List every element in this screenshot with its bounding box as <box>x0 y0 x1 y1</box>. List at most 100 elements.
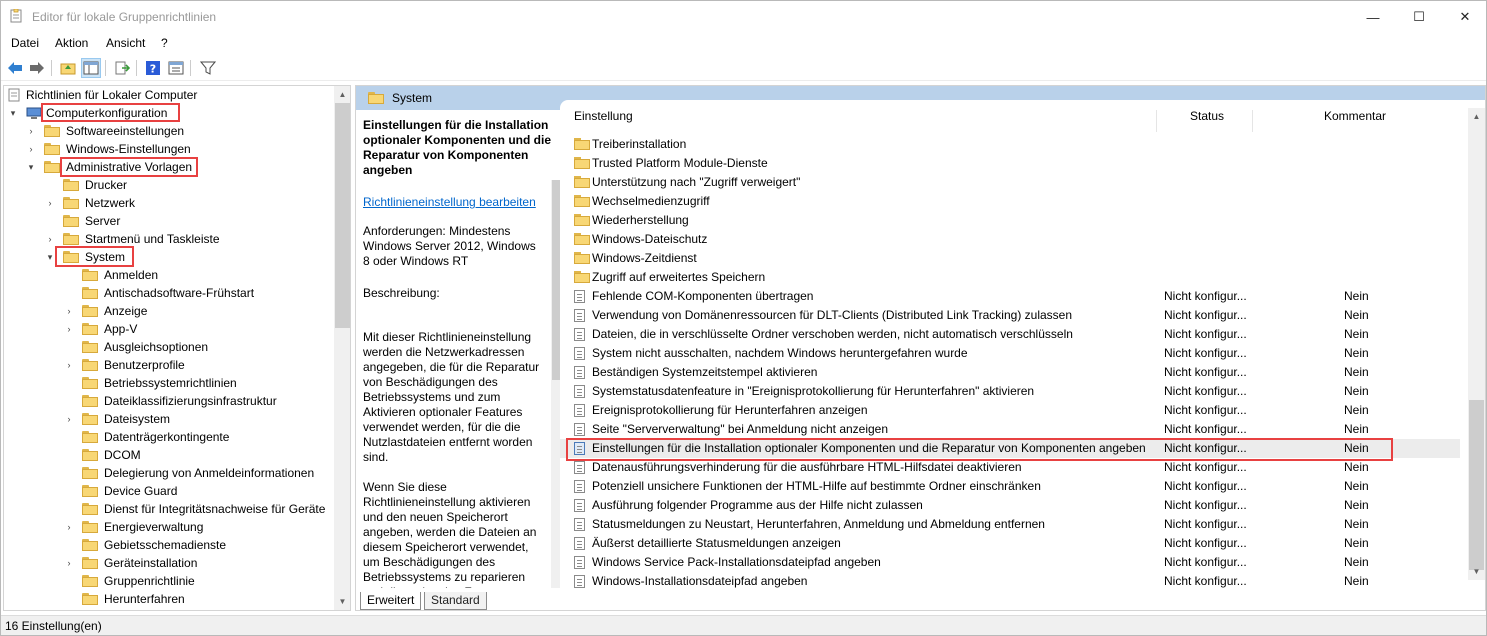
setting-row[interactable]: Einstellungen für die Installation optio… <box>560 439 1460 458</box>
tree-item-system-child[interactable]: Gruppenrichtlinie <box>4 572 330 590</box>
tree-item-system-child[interactable]: Betriebssystemrichtlinien <box>4 374 330 392</box>
chevron-right-icon[interactable]: › <box>64 302 74 320</box>
show-hide-tree-button[interactable] <box>81 58 101 78</box>
chevron-right-icon[interactable]: › <box>64 356 74 374</box>
tree-item-system-child[interactable]: Device Guard <box>4 482 330 500</box>
tree-scrollbar[interactable]: ▲ ▼ <box>334 86 350 610</box>
chevron-right-icon[interactable]: › <box>64 320 74 338</box>
setting-row[interactable]: Windows-Installationsdateipfad angeben Ni… <box>560 572 1460 588</box>
tree-item-admin-child[interactable]: Drucker <box>4 176 330 194</box>
chevron-down-icon[interactable]: ▾ <box>8 104 18 122</box>
setting-row[interactable]: System nicht ausschalten, nachdem Window… <box>560 344 1460 363</box>
setting-row[interactable]: Seite "Serververwaltung" bei Anmeldung n… <box>560 420 1460 439</box>
tree-item-system-child[interactable]: Dateiklassifizierungsinfrastruktur <box>4 392 330 410</box>
setting-row[interactable]: Ausführung folgender Programme aus der H… <box>560 496 1460 515</box>
chevron-right-icon[interactable]: › <box>26 140 36 158</box>
setting-row[interactable]: Statusmeldungen zu Neustart, Herunterfah… <box>560 515 1460 534</box>
column-header-comment[interactable]: Kommentar <box>1324 100 1386 132</box>
tree-item-system-child[interactable]: › Anzeige <box>4 302 330 320</box>
setting-row[interactable]: Äußerst detaillierte Statusmeldungen anz… <box>560 534 1460 553</box>
properties-button[interactable] <box>166 58 186 78</box>
menu-ansicht[interactable]: Ansicht <box>106 36 145 50</box>
tree-item-system-child[interactable]: › Dateisystem <box>4 410 330 428</box>
setting-row[interactable]: Beständigen Systemzeitstempel aktivieren… <box>560 363 1460 382</box>
setting-row[interactable]: Fehlende COM-Komponenten übertragen Nicht… <box>560 287 1460 306</box>
edit-policy-link-text[interactable]: Richtlinieneinstellung bearbeiten <box>363 195 536 209</box>
filter-button[interactable] <box>198 58 218 78</box>
column-header-setting[interactable]: Einstellung <box>574 100 633 132</box>
scroll-thumb[interactable] <box>335 103 350 328</box>
tree-item-system-child[interactable]: Datenträgerkontingente <box>4 428 330 446</box>
list-scrollbar[interactable]: ▲ ▼ <box>1468 108 1485 580</box>
scroll-up-icon[interactable]: ▲ <box>334 86 350 103</box>
scroll-up-icon[interactable]: ▲ <box>1468 108 1485 125</box>
tree-item-label: Gruppenrichtlinie <box>104 574 195 588</box>
tree-item-system-child[interactable]: Dienst für Integritätsnachweise für Gerä… <box>4 500 330 518</box>
tree-item-system-child[interactable]: Antischadsoftware-Frühstart <box>4 284 330 302</box>
tree-item-system-child[interactable]: DCOM <box>4 446 330 464</box>
tree-pane: Richtlinien für Lokaler Computer ▾ Compu… <box>3 85 351 611</box>
menu-aktion[interactable]: Aktion <box>55 36 88 50</box>
tree-item-system-child[interactable]: › Geräteinstallation <box>4 554 330 572</box>
setting-row[interactable]: Windows Service Pack-Installationsdateip… <box>560 553 1460 572</box>
folder-icon <box>574 233 590 246</box>
chevron-right-icon[interactable]: › <box>64 554 74 572</box>
tree-item-system-child[interactable]: Delegierung von Anmeldeinformationen <box>4 464 330 482</box>
folder-icon <box>82 377 98 389</box>
tree-item-system-child[interactable]: Herunterfahren <box>4 590 330 608</box>
tree-item-system-child[interactable]: › Benutzerprofile <box>4 356 330 374</box>
setting-row[interactable]: Datenausführungsverhinderung für die aus… <box>560 458 1460 477</box>
tree-item-system-child[interactable]: › App-V <box>4 320 330 338</box>
chevron-down-icon[interactable]: ▾ <box>26 158 36 176</box>
menu-datei[interactable]: Datei <box>11 36 39 50</box>
maximize-button[interactable]: ☐ <box>1396 1 1442 33</box>
forward-button[interactable] <box>27 58 47 78</box>
folder-up-button[interactable] <box>58 58 78 78</box>
setting-row[interactable]: Verwendung von Domänenressourcen für DLT… <box>560 306 1460 325</box>
list-folder-row[interactable]: Wiederherstellung <box>560 211 1460 230</box>
list-folder-row[interactable]: Unterstützung nach "Zugriff verweigert" <box>560 173 1460 192</box>
list-folder-row[interactable]: Windows-Zeitdienst <box>560 249 1460 268</box>
scroll-down-icon[interactable]: ▼ <box>334 593 350 610</box>
setting-row[interactable]: Ereignisprotokollierung für Herunterfahr… <box>560 401 1460 420</box>
help-button[interactable]: ? <box>143 58 163 78</box>
setting-row[interactable]: Systemstatusdatenfeature in "Ereignispro… <box>560 382 1460 401</box>
list-folder-row[interactable]: Treiberinstallation <box>560 135 1460 154</box>
setting-row[interactable]: Potenziell unsichere Funktionen der HTML… <box>560 477 1460 496</box>
column-header-status[interactable]: Status <box>1190 100 1224 132</box>
tab-erweitert[interactable]: Erweitert <box>360 592 422 610</box>
tree-item-admin-child[interactable]: Server <box>4 212 330 230</box>
menu-help[interactable]: ? <box>161 36 168 50</box>
folder-icon <box>63 179 79 191</box>
list-folder-row[interactable]: Zugriff auf erweitertes Speichern <box>560 268 1460 287</box>
tab-standard[interactable]: Standard <box>424 592 487 610</box>
setting-row[interactable]: Dateien, die in verschlüsselte Ordner ve… <box>560 325 1460 344</box>
tree-item-windows[interactable]: › Windows-Einstellungen <box>4 140 330 158</box>
tree-item-admin-child[interactable]: ▾ System <box>4 248 330 266</box>
chevron-down-icon[interactable]: ▾ <box>45 248 55 266</box>
scroll-thumb[interactable] <box>1469 400 1484 570</box>
export-list-button[interactable] <box>112 58 132 78</box>
folder-up-icon <box>60 63 76 75</box>
tree-item-software[interactable]: › Softwareeinstellungen <box>4 122 330 140</box>
tree-item-system-child[interactable]: › Energieverwaltung <box>4 518 330 536</box>
list-folder-row[interactable]: Trusted Platform Module-Dienste <box>560 154 1460 173</box>
back-button[interactable] <box>5 58 25 78</box>
tree-item-system-child[interactable]: Anmelden <box>4 266 330 284</box>
tree-item-system-child[interactable]: Gebietsschemadienste <box>4 536 330 554</box>
chevron-right-icon[interactable]: › <box>45 194 55 212</box>
chevron-right-icon[interactable]: › <box>64 518 74 536</box>
chevron-right-icon[interactable]: › <box>45 230 55 248</box>
tree-item-admin-child[interactable]: › Startmenü und Taskleiste <box>4 230 330 248</box>
minimize-button[interactable]: — <box>1350 1 1396 33</box>
close-button[interactable]: ✕ <box>1442 1 1487 33</box>
chevron-right-icon[interactable]: › <box>26 122 36 140</box>
scroll-down-icon[interactable]: ▼ <box>1468 563 1485 580</box>
chevron-right-icon[interactable]: › <box>64 410 74 428</box>
tree-item-admin-child[interactable]: › Netzwerk <box>4 194 330 212</box>
tree-item-system-child[interactable]: Ausgleichsoptionen <box>4 338 330 356</box>
tree-item-admin[interactable]: ▾ Administrative Vorlagen <box>4 158 330 176</box>
edit-policy-link[interactable]: Richtlinieneinstellung bearbeiten <box>363 195 551 210</box>
list-folder-row[interactable]: Windows-Dateischutz <box>560 230 1460 249</box>
list-folder-row[interactable]: Wechselmedienzugriff <box>560 192 1460 211</box>
